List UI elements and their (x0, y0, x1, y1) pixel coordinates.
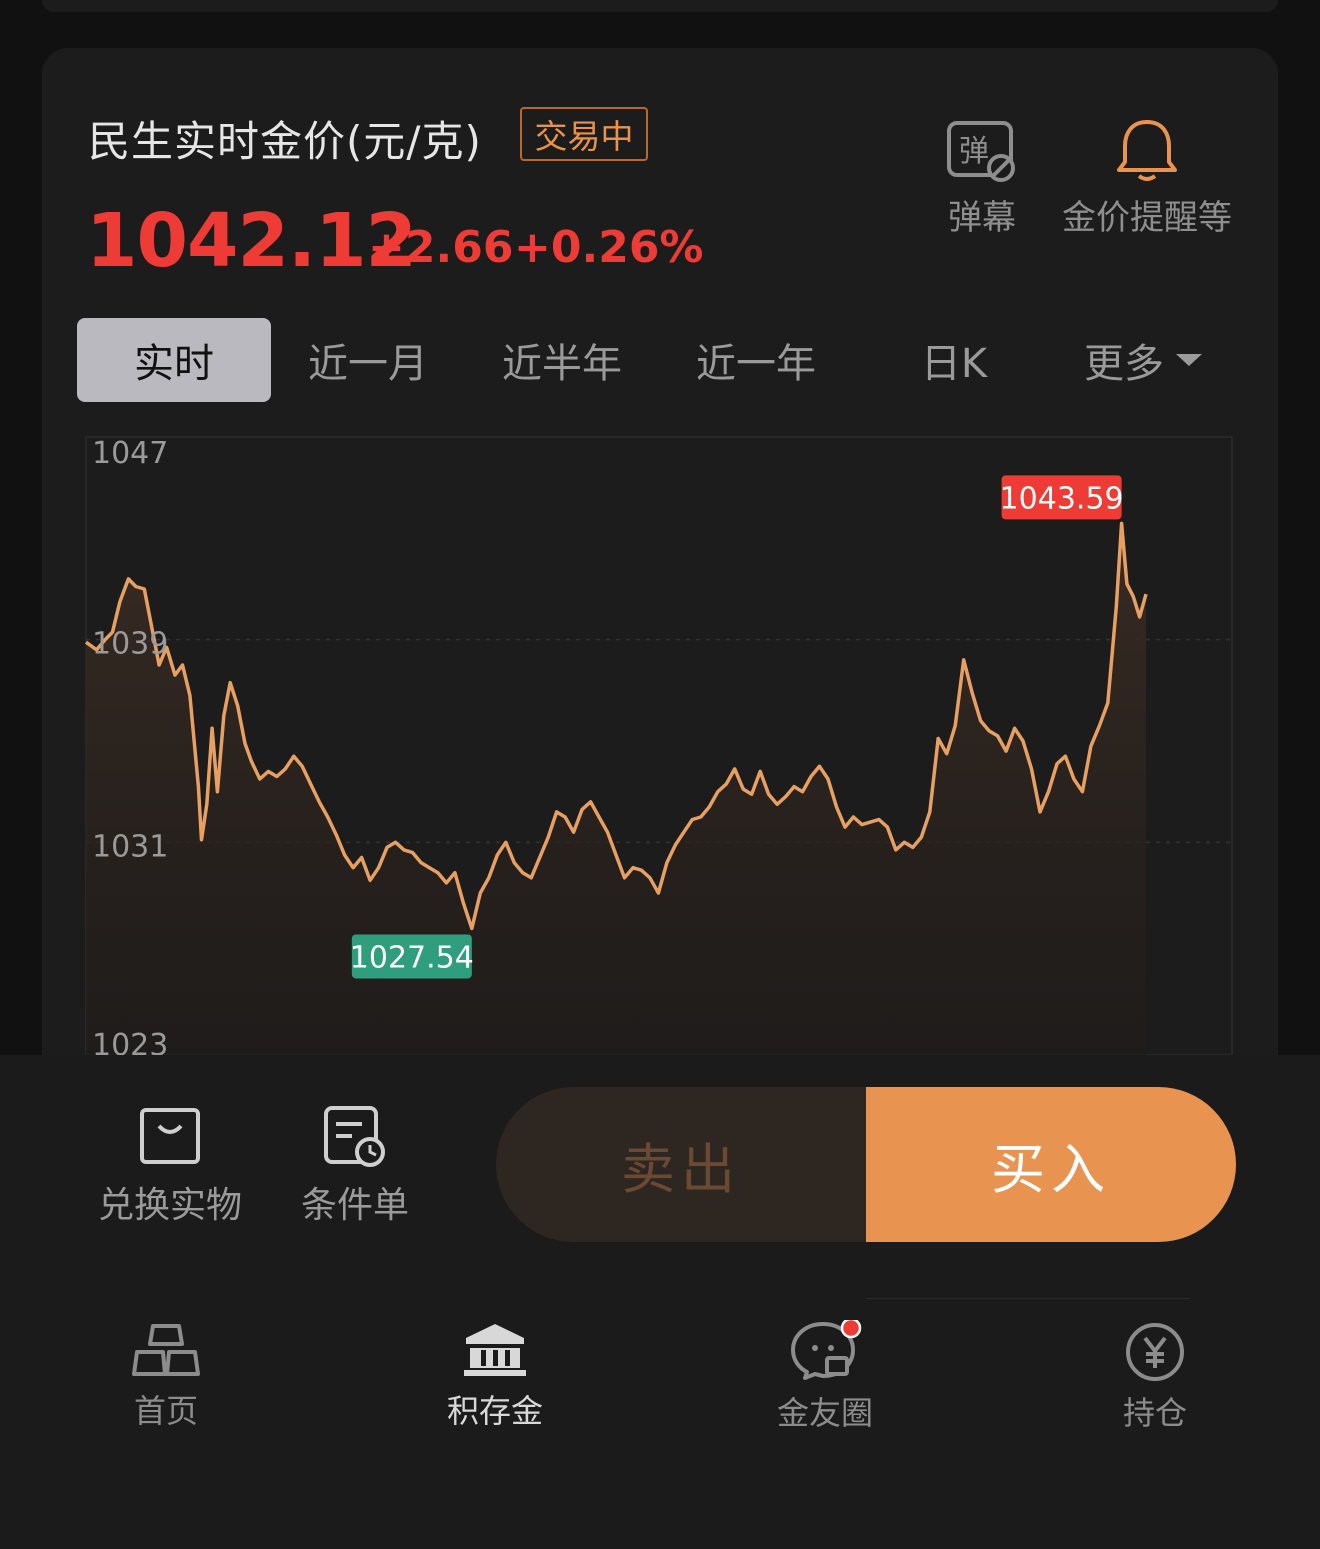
chat-bubble-icon (791, 1320, 862, 1380)
yen-coin-icon (1126, 1323, 1184, 1381)
y-tick-label: 1031 (92, 829, 168, 864)
redeem-physical-button[interactable]: 兑换实物 (90, 1104, 250, 1228)
sell-button[interactable]: 卖出 (496, 1087, 866, 1242)
conditional-order-label: 条件单 (300, 1185, 409, 1226)
nav-home[interactable]: 首页 (86, 1320, 246, 1432)
nav-home-label: 首页 (133, 1392, 198, 1430)
nav-holdings-label: 持仓 (1122, 1394, 1187, 1432)
nav-holdings[interactable]: 持仓 (1075, 1320, 1235, 1434)
gold-bars-icon (132, 1324, 200, 1376)
conditional-order-button[interactable]: 条件单 (292, 1104, 418, 1228)
trade-buttons: 卖出 买入 (496, 1087, 1236, 1242)
low-marker: 1027.54 (350, 934, 474, 979)
price-chart: 1047103910311023 1043.59 1027.54 (84, 436, 1233, 1063)
bank-icon (464, 1324, 526, 1376)
y-tick-label: 1047 (92, 436, 168, 471)
low-label: 1027.54 (350, 940, 474, 975)
divider (866, 1298, 1190, 1299)
order-clock-icon (324, 1106, 385, 1167)
nav-accumulate-gold[interactable]: 积存金 (415, 1320, 575, 1432)
redeem-physical-label: 兑换实物 (97, 1185, 242, 1226)
nav-gold-friends-label: 金友圈 (776, 1394, 873, 1432)
high-label: 1043.59 (1000, 481, 1124, 516)
high-marker: 1043.59 (1000, 475, 1124, 520)
price-area-fill (86, 523, 1146, 1055)
buy-button[interactable]: 买入 (866, 1087, 1236, 1242)
notification-dot (840, 1320, 862, 1339)
nav-gold-friends[interactable]: 金友圈 (745, 1320, 905, 1434)
nav-accumulate-gold-label: 积存金 (446, 1392, 543, 1430)
shopping-bag-icon (140, 1108, 200, 1164)
y-tick-label: 1039 (92, 627, 168, 662)
